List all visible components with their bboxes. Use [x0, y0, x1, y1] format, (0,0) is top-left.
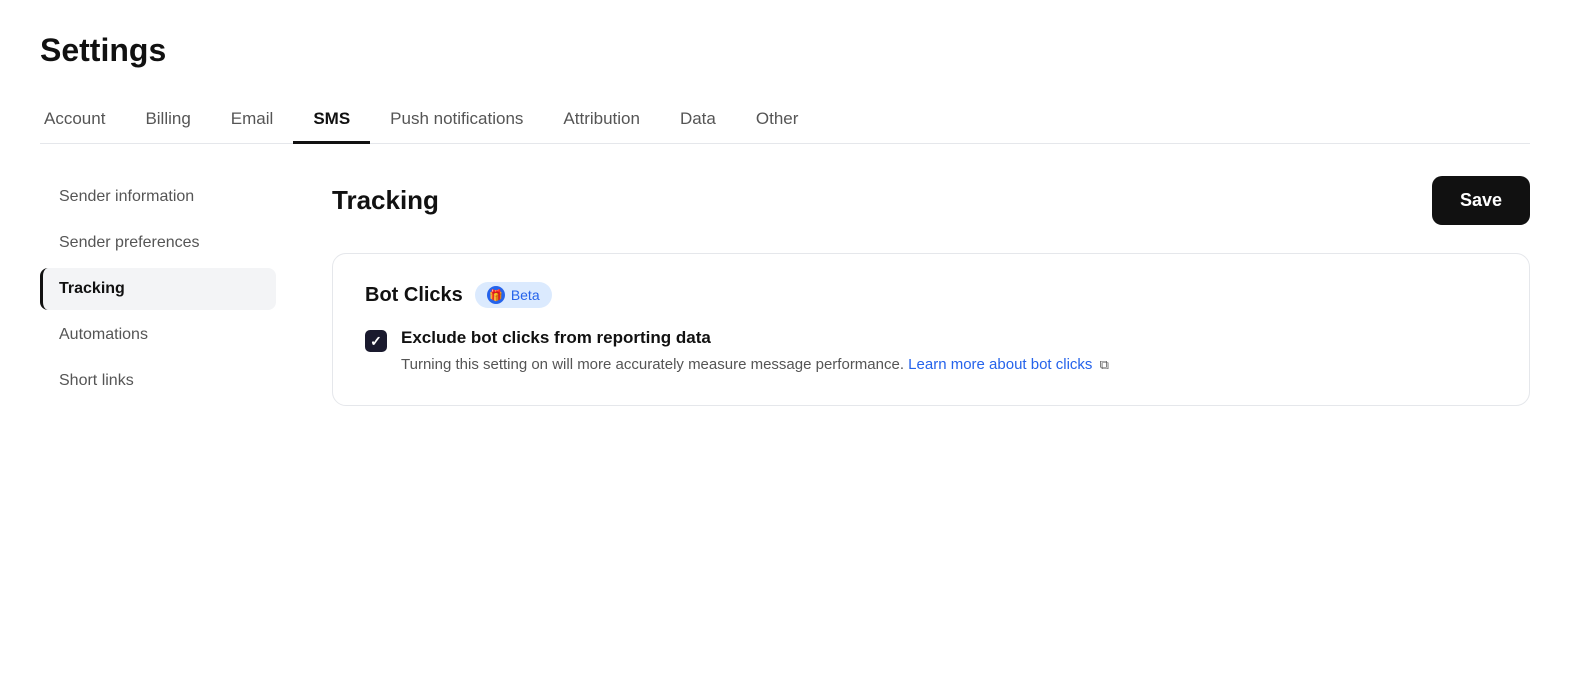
exclude-bot-clicks-checkbox[interactable]: ✓	[365, 330, 387, 352]
tab-attribution[interactable]: Attribution	[543, 97, 660, 144]
save-button[interactable]: Save	[1432, 176, 1530, 225]
tab-push-notifications[interactable]: Push notifications	[370, 97, 543, 144]
checkbox-row: ✓ Exclude bot clicks from reporting data…	[365, 328, 1497, 377]
bot-clicks-card: Bot Clicks 🎁 Beta ✓ Exclude bot clicks f…	[332, 253, 1530, 406]
checkmark-icon: ✓	[370, 333, 382, 350]
checkbox-label-group: Exclude bot clicks from reporting data T…	[401, 328, 1109, 377]
external-link-icon: ⧉	[1100, 355, 1109, 375]
tab-other[interactable]: Other	[736, 97, 819, 144]
checkbox-description: Turning this setting on will more accura…	[401, 354, 1109, 377]
sidebar: Sender information Sender preferences Tr…	[40, 176, 300, 406]
tabs-bar: Account Billing Email SMS Push notificat…	[40, 97, 1530, 144]
sidebar-item-short-links[interactable]: Short links	[40, 360, 276, 402]
sidebar-item-sender-preferences[interactable]: Sender preferences	[40, 222, 276, 264]
sidebar-item-automations[interactable]: Automations	[40, 314, 276, 356]
card-title: Bot Clicks	[365, 284, 463, 307]
page-container: Settings Account Billing Email SMS Push …	[0, 0, 1570, 406]
beta-badge: 🎁 Beta	[475, 282, 552, 308]
content-area: Sender information Sender preferences Tr…	[40, 176, 1530, 406]
tab-billing[interactable]: Billing	[125, 97, 210, 144]
main-content: Tracking Save Bot Clicks 🎁 Beta ✓	[300, 176, 1530, 406]
checkbox-description-text: Turning this setting on will more accura…	[401, 356, 904, 373]
tab-sms[interactable]: SMS	[293, 97, 370, 144]
beta-icon: 🎁	[487, 286, 505, 304]
tab-data[interactable]: Data	[660, 97, 736, 144]
page-title: Settings	[40, 32, 1530, 69]
checkbox-label: Exclude bot clicks from reporting data	[401, 328, 1109, 348]
card-header: Bot Clicks 🎁 Beta	[365, 282, 1497, 308]
tracking-section-title: Tracking	[332, 185, 439, 216]
sidebar-item-tracking[interactable]: Tracking	[40, 268, 276, 310]
learn-more-link[interactable]: Learn more about bot clicks	[908, 356, 1092, 373]
tab-email[interactable]: Email	[211, 97, 294, 144]
main-header: Tracking Save	[332, 176, 1530, 225]
sidebar-item-sender-information[interactable]: Sender information	[40, 176, 276, 218]
beta-label: Beta	[511, 287, 540, 303]
tab-account[interactable]: Account	[40, 97, 125, 144]
checkbox-wrapper[interactable]: ✓	[365, 330, 387, 352]
